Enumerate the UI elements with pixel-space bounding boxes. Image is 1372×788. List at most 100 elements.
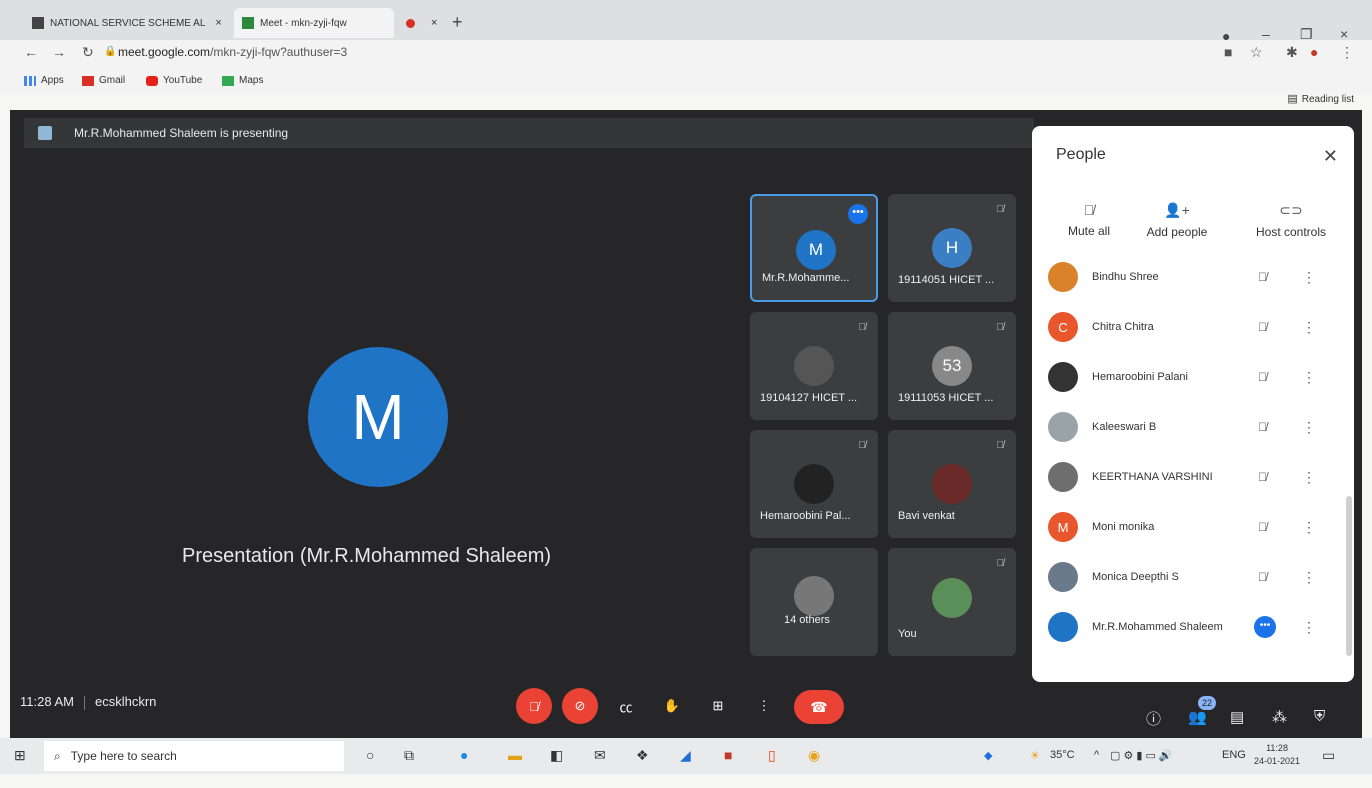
scrollbar[interactable] xyxy=(1346,496,1352,656)
list-item[interactable]: Kaleeswari B 🎙̸ ⋮ xyxy=(1032,402,1354,452)
notifications-icon[interactable]: ▭ xyxy=(1322,747,1335,764)
close-icon[interactable]: × xyxy=(431,17,437,29)
participant-tile[interactable]: 🎙̸ Hemaroobini Pal... xyxy=(750,430,878,538)
search-placeholder: Type here to search xyxy=(70,749,177,763)
host-controls-button[interactable]: ⊂⊃ Host controls xyxy=(1238,202,1344,239)
more-options-icon[interactable]: ⋮ xyxy=(1302,419,1316,436)
more-options-icon[interactable]: ⋮ xyxy=(1302,319,1316,336)
store-icon[interactable]: ◧ xyxy=(550,747,563,764)
file-explorer-icon[interactable]: ▬ xyxy=(508,747,522,763)
browser-tab-bar: NATIONAL SERVICE SCHEME AL × Meet - mkn-… xyxy=(0,0,1372,44)
windows-taskbar: ⊞ ⌕ Type here to search ○ ⧉ ● ▬ ◧ ✉ ❖ ◢ … xyxy=(0,738,1372,774)
reload-icon[interactable]: ↻ xyxy=(82,44,94,61)
self-tile[interactable]: 🎙̸ You xyxy=(888,548,1016,656)
more-options-icon[interactable]: ⋮ xyxy=(1302,369,1316,386)
clock[interactable]: 11:28 24-01-2021 xyxy=(1254,742,1300,768)
windows-start-icon[interactable]: ⊞ xyxy=(14,747,26,764)
avatar xyxy=(794,346,834,386)
raise-hand-button[interactable]: ✋ xyxy=(654,688,690,724)
star-icon[interactable]: ☆ xyxy=(1250,44,1263,61)
bookmark-youtube[interactable]: YouTube xyxy=(146,75,202,86)
temperature-label[interactable]: 35°C xyxy=(1050,749,1075,761)
tab-nss[interactable]: NATIONAL SERVICE SCHEME AL × xyxy=(24,8,230,38)
mic-off-icon: 🎙̸ xyxy=(996,322,1005,333)
tile-name: 14 others xyxy=(784,614,830,626)
close-icon[interactable]: ✕ xyxy=(1323,146,1338,167)
dropbox-icon[interactable]: ❖ xyxy=(636,747,649,764)
chat-icon[interactable]: ▤ xyxy=(1230,708,1244,726)
tab-recording[interactable]: × xyxy=(398,8,445,38)
others-tile[interactable]: 14 others xyxy=(750,548,878,656)
menu-icon[interactable]: ⋮ xyxy=(1340,44,1354,61)
more-options-icon[interactable]: ⋮ xyxy=(1302,269,1316,286)
app-icon[interactable]: ◢ xyxy=(680,747,691,764)
add-person-icon: 👤+ xyxy=(1164,202,1190,218)
presenting-text: Mr.R.Mohammed Shaleem is presenting xyxy=(74,126,289,140)
camera-icon[interactable]: ■ xyxy=(1224,44,1232,60)
more-options-button[interactable]: ⋮ xyxy=(746,688,782,724)
bookmark-label: Maps xyxy=(239,75,264,86)
new-tab-button[interactable]: + xyxy=(452,12,463,33)
avatar: M xyxy=(796,230,836,270)
people-icon[interactable]: 👥 xyxy=(1188,708,1207,726)
office-icon[interactable]: ▯ xyxy=(768,747,776,764)
task-view-icon[interactable]: ⧉ xyxy=(404,747,414,764)
camera-toggle-button[interactable]: ⊘ xyxy=(562,688,598,724)
mic-toggle-button[interactable]: 🎙̸ xyxy=(516,688,552,724)
edge-icon[interactable]: ● xyxy=(460,747,468,763)
list-item[interactable]: M Moni monika 🎙̸ ⋮ xyxy=(1032,502,1354,552)
more-options-icon[interactable]: ••• xyxy=(848,204,868,224)
more-options-icon[interactable]: ⋮ xyxy=(1302,619,1316,636)
language-indicator[interactable]: ENG xyxy=(1222,749,1246,761)
bookmark-gmail[interactable]: Gmail xyxy=(82,75,125,86)
tile-name: 19104127 HICET ... xyxy=(760,392,858,404)
participant-tile[interactable]: ••• M Mr.R.Mohamme... xyxy=(750,194,878,302)
list-item[interactable]: KEERTHANA VARSHINI 🎙̸ ⋮ xyxy=(1032,452,1354,502)
taskbar-search[interactable]: ⌕ Type here to search xyxy=(44,741,344,771)
app-icon[interactable]: ■ xyxy=(724,747,732,763)
list-item[interactable]: C Chitra Chitra 🎙̸ ⋮ xyxy=(1032,302,1354,352)
tab-meet[interactable]: Meet - mkn-zyji-fqw xyxy=(234,8,394,38)
more-options-icon[interactable]: ⋮ xyxy=(1302,569,1316,586)
mute-all-button[interactable]: 🎙̸ Mute all xyxy=(1044,202,1134,238)
bookmark-apps[interactable]: Apps xyxy=(24,75,64,86)
participant-tile[interactable]: 🎙̸ Bavi venkat xyxy=(888,430,1016,538)
captions-button[interactable]: ㏄ xyxy=(608,688,644,724)
bookmark-maps[interactable]: Maps xyxy=(222,75,263,86)
avatar xyxy=(794,576,834,616)
weather-icon[interactable]: ☀ xyxy=(1030,749,1040,762)
participant-tile[interactable]: 🎙̸ 19104127 HICET ... xyxy=(750,312,878,420)
list-item[interactable]: Mr.R.Mohammed Shaleem ••• ⋮ xyxy=(1032,602,1354,652)
network-app-icon[interactable]: ◆ xyxy=(984,749,992,762)
chrome-icon[interactable]: ◉ xyxy=(808,747,820,764)
more-options-icon[interactable]: ⋮ xyxy=(1302,519,1316,536)
address-bar: ← → ↻ 🔒 meet.google.com/mkn-zyji-fqw?aut… xyxy=(0,40,1372,70)
extensions-icon[interactable]: ✱ xyxy=(1286,44,1298,61)
participant-tile[interactable]: 🎙̸ 53 19111053 HICET ... xyxy=(888,312,1016,420)
list-item[interactable]: Monica Deepthi S 🎙̸ ⋮ xyxy=(1032,552,1354,602)
chevron-up-icon[interactable]: ^ xyxy=(1094,749,1099,761)
info-icon[interactable]: ⓘ xyxy=(1146,708,1161,729)
forward-icon[interactable]: → xyxy=(52,44,66,60)
url-field[interactable]: meet.google.com/mkn-zyji-fqw?authuser=3 xyxy=(118,45,347,59)
list-item[interactable]: Hemaroobini Palani 🎙̸ ⋮ xyxy=(1032,352,1354,402)
url-path: /mkn-zyji-fqw?authuser=3 xyxy=(210,45,348,59)
shield-icon[interactable]: ⛨ xyxy=(1314,708,1325,725)
cortana-icon[interactable]: ○ xyxy=(366,747,374,763)
more-options-icon[interactable]: ⋮ xyxy=(1302,469,1316,486)
avatar[interactable]: ● xyxy=(1310,44,1318,60)
tray-icons[interactable]: ▢ ⚙ ▮ ▭ 🔊 xyxy=(1110,749,1173,762)
mail-icon[interactable]: ✉ xyxy=(594,747,606,764)
close-icon[interactable]: × xyxy=(215,17,221,29)
leave-call-button[interactable]: ☎ xyxy=(794,690,844,724)
reading-list-button[interactable]: ▤ Reading list xyxy=(1287,92,1354,105)
add-people-button[interactable]: 👤+ Add people xyxy=(1132,202,1222,239)
avatar: M xyxy=(1048,512,1078,542)
more-options-icon[interactable]: ••• xyxy=(1254,616,1276,638)
back-icon[interactable]: ← xyxy=(24,44,38,60)
activities-icon[interactable]: ⁂ xyxy=(1272,708,1287,726)
avatar xyxy=(1048,562,1078,592)
participant-tile[interactable]: 🎙̸ H 19114051 HICET ... xyxy=(888,194,1016,302)
list-item[interactable]: Bindhu Shree 🎙̸ ⋮ xyxy=(1032,252,1354,302)
present-button[interactable]: ⊞ xyxy=(700,688,736,724)
